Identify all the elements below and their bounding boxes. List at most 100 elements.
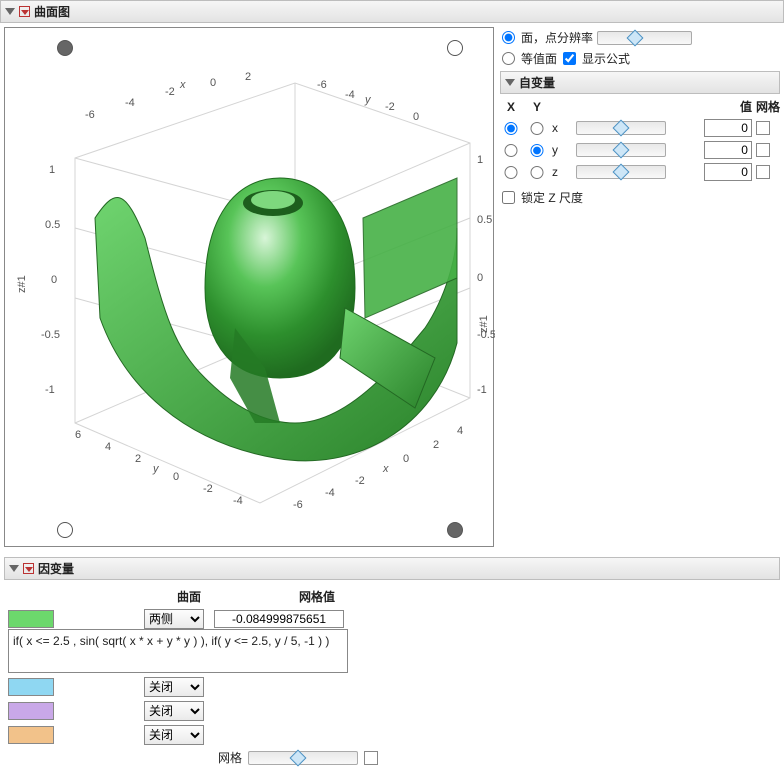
var-x-gridchk[interactable] bbox=[756, 121, 770, 135]
bottom-grid-chk[interactable] bbox=[364, 751, 378, 765]
surface-mode-1[interactable]: 关闭 bbox=[144, 677, 204, 697]
svg-text:1: 1 bbox=[49, 164, 55, 176]
dependent-collapse-icon[interactable] bbox=[9, 565, 19, 572]
bottom-grid-label: 网格 bbox=[218, 749, 242, 766]
surface-plot[interactable]: -6-4-2 x 02 -6-4 y -20 10.50-0.5-1 z#1 1… bbox=[4, 27, 494, 547]
resolution-slider[interactable] bbox=[597, 31, 692, 45]
swatch-3[interactable] bbox=[8, 726, 54, 744]
svg-text:z#1: z#1 bbox=[16, 275, 28, 293]
swatch-2[interactable] bbox=[8, 702, 54, 720]
svg-text:6: 6 bbox=[75, 429, 81, 441]
svg-text:2: 2 bbox=[135, 453, 141, 465]
dep-row-0: 两侧 bbox=[8, 609, 776, 629]
dependent-title: 因变量 bbox=[38, 560, 74, 577]
svg-text:2: 2 bbox=[245, 71, 251, 83]
independent-header: 自变量 bbox=[500, 71, 780, 94]
svg-text:-4: -4 bbox=[325, 487, 335, 499]
svg-text:-6: -6 bbox=[293, 499, 303, 511]
bottom-grid-slider[interactable] bbox=[248, 751, 358, 765]
var-x-label: x bbox=[552, 121, 572, 135]
svg-text:-2: -2 bbox=[165, 86, 175, 98]
dep-row-3: 关闭 bbox=[8, 725, 776, 745]
var-y-value[interactable] bbox=[704, 141, 752, 159]
swatch-0[interactable] bbox=[8, 610, 54, 628]
surface-mode-3[interactable]: 关闭 bbox=[144, 725, 204, 745]
z-radio-x[interactable] bbox=[502, 166, 520, 179]
svg-text:0.5: 0.5 bbox=[477, 214, 492, 226]
y-radio-y[interactable] bbox=[528, 144, 546, 157]
y-radio-x[interactable] bbox=[502, 144, 520, 157]
var-z-value[interactable] bbox=[704, 163, 752, 181]
svg-text:-1: -1 bbox=[45, 384, 55, 396]
svg-text:-6: -6 bbox=[85, 109, 95, 121]
var-y-gridchk[interactable] bbox=[756, 143, 770, 157]
svg-text:x: x bbox=[179, 79, 186, 91]
gridvalue-input[interactable] bbox=[214, 610, 344, 628]
lock-z-checkbox[interactable] bbox=[502, 191, 515, 204]
formula-box[interactable]: if( x <= 2.5 , sin( sqrt( x * x + y * y … bbox=[8, 629, 348, 673]
svg-text:-2: -2 bbox=[385, 101, 395, 113]
col-y: Y bbox=[526, 100, 548, 114]
svg-text:0: 0 bbox=[413, 111, 419, 123]
col-x: X bbox=[500, 100, 522, 114]
col-value: 值 bbox=[704, 98, 752, 115]
dep-row-1: 关闭 bbox=[8, 677, 776, 697]
panel-header: 曲面图 bbox=[0, 0, 784, 23]
svg-text:x: x bbox=[382, 463, 389, 475]
svg-text:-0.5: -0.5 bbox=[41, 329, 60, 341]
lock-z-label: 锁定 Z 尺度 bbox=[521, 189, 583, 206]
col-gridval: 网格值 bbox=[252, 588, 382, 605]
svg-text:4: 4 bbox=[105, 441, 111, 453]
rotate-handle-top-right[interactable] bbox=[447, 40, 463, 56]
dependent-header: 因变量 bbox=[4, 557, 780, 580]
svg-text:-4: -4 bbox=[125, 97, 135, 109]
surface-mode-0[interactable]: 两侧 bbox=[144, 609, 204, 629]
panel-title: 曲面图 bbox=[34, 3, 70, 20]
dependent-section: 曲面 网格值 两侧 if( x <= 2.5 , sin( sqrt( x * … bbox=[0, 580, 784, 770]
independent-collapse-icon[interactable] bbox=[505, 79, 515, 86]
var-z-gridchk[interactable] bbox=[756, 165, 770, 179]
svg-text:0.5: 0.5 bbox=[45, 219, 60, 231]
var-y-slider[interactable] bbox=[576, 143, 666, 157]
var-y-label: y bbox=[552, 143, 572, 157]
svg-text:2: 2 bbox=[433, 439, 439, 451]
menu-icon[interactable] bbox=[19, 6, 30, 17]
collapse-icon[interactable] bbox=[5, 8, 15, 15]
var-x-slider[interactable] bbox=[576, 121, 666, 135]
svg-text:4: 4 bbox=[457, 425, 463, 437]
svg-text:-4: -4 bbox=[233, 495, 243, 507]
rotate-handle-bottom-right[interactable] bbox=[447, 522, 463, 538]
surface-mode-2[interactable]: 关闭 bbox=[144, 701, 204, 721]
dependent-menu-icon[interactable] bbox=[23, 563, 34, 574]
svg-text:0: 0 bbox=[210, 77, 216, 89]
surface-svg: -6-4-2 x 02 -6-4 y -20 10.50-0.5-1 z#1 1… bbox=[5, 28, 495, 548]
svg-text:0: 0 bbox=[173, 471, 179, 483]
svg-text:y: y bbox=[364, 94, 372, 106]
z-radio-y[interactable] bbox=[528, 166, 546, 179]
svg-text:0: 0 bbox=[477, 272, 483, 284]
svg-text:0: 0 bbox=[403, 453, 409, 465]
independent-title: 自变量 bbox=[519, 74, 555, 91]
rotate-handle-top-left[interactable] bbox=[57, 40, 73, 56]
swatch-1[interactable] bbox=[8, 678, 54, 696]
var-x-value[interactable] bbox=[704, 119, 752, 137]
var-z-label: z bbox=[552, 165, 572, 179]
svg-text:z#1: z#1 bbox=[478, 315, 490, 333]
var-z-slider[interactable] bbox=[576, 165, 666, 179]
show-formula-checkbox[interactable] bbox=[563, 52, 576, 65]
rotate-handle-bottom-left[interactable] bbox=[57, 522, 73, 538]
svg-text:0: 0 bbox=[51, 274, 57, 286]
mode-surface-label: 面，点分辨率 bbox=[521, 29, 593, 46]
col-grid: 网格 bbox=[756, 98, 780, 115]
svg-text:-2: -2 bbox=[355, 475, 365, 487]
dep-row-2: 关闭 bbox=[8, 701, 776, 721]
formula-text: if( x <= 2.5 , sin( sqrt( x * x + y * y … bbox=[13, 634, 329, 648]
mode-iso-radio[interactable] bbox=[502, 52, 515, 65]
x-radio-x[interactable] bbox=[502, 122, 520, 135]
side-controls: 面，点分辨率 等值面 显示公式 自变量 X Y 值 网格 x bbox=[500, 27, 780, 547]
svg-text:y: y bbox=[152, 463, 160, 475]
mode-iso-label: 等值面 bbox=[521, 50, 557, 67]
x-radio-y[interactable] bbox=[528, 122, 546, 135]
svg-text:-6: -6 bbox=[317, 79, 327, 91]
mode-surface-radio[interactable] bbox=[502, 31, 515, 44]
